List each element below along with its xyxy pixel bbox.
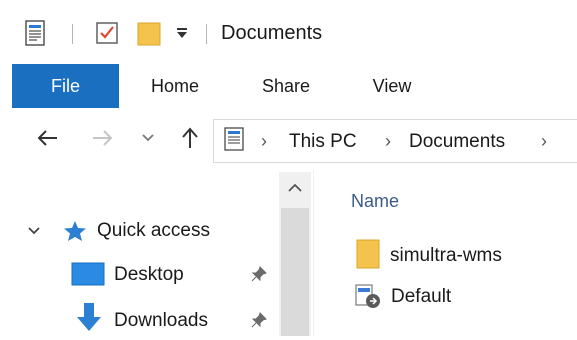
shortcut-icon bbox=[354, 283, 382, 309]
title-separator bbox=[72, 24, 73, 44]
undo-checkbox-icon[interactable] bbox=[92, 18, 122, 48]
breadcrumb-this-pc[interactable]: This PC bbox=[289, 131, 357, 153]
recent-locations-chevron-icon[interactable] bbox=[138, 122, 158, 154]
back-arrow-icon[interactable] bbox=[34, 122, 62, 154]
location-icon bbox=[223, 126, 247, 154]
new-folder-icon[interactable] bbox=[134, 18, 164, 48]
up-arrow-icon[interactable] bbox=[176, 122, 204, 154]
breadcrumb-separator-icon[interactable]: › bbox=[261, 131, 267, 152]
download-arrow-icon bbox=[74, 301, 104, 335]
forward-arrow-icon[interactable] bbox=[88, 122, 116, 154]
window-title: Documents bbox=[221, 22, 323, 44]
breadcrumb-separator-icon[interactable]: › bbox=[385, 131, 391, 152]
expand-chevron-icon[interactable] bbox=[26, 223, 42, 239]
customize-toolbar-icon[interactable] bbox=[172, 18, 192, 48]
pin-icon[interactable] bbox=[251, 266, 267, 282]
tab-view[interactable]: View bbox=[350, 64, 434, 108]
scroll-up-arrow-icon[interactable] bbox=[279, 176, 311, 200]
folder-icon bbox=[356, 239, 382, 269]
title-separator bbox=[206, 24, 207, 44]
star-icon bbox=[63, 220, 87, 242]
column-header-name[interactable]: Name bbox=[351, 191, 399, 212]
address-bar[interactable] bbox=[213, 119, 577, 163]
nav-item-desktop[interactable]: Desktop bbox=[114, 264, 184, 286]
properties-icon[interactable] bbox=[22, 18, 48, 48]
breadcrumb-documents[interactable]: Documents bbox=[409, 131, 505, 153]
tab-home[interactable]: Home bbox=[133, 64, 217, 108]
nav-scrollbar-thumb[interactable] bbox=[281, 208, 309, 336]
nav-item-quick-access[interactable]: Quick access bbox=[97, 220, 210, 242]
file-item-simultra-wms[interactable]: simultra-wms bbox=[390, 245, 502, 267]
pin-icon[interactable] bbox=[251, 312, 267, 328]
tab-file[interactable]: File bbox=[12, 64, 119, 108]
title-bar: Documents bbox=[0, 0, 577, 65]
ribbon-tabs: File Home Share View bbox=[0, 64, 577, 109]
breadcrumb-separator-icon[interactable]: › bbox=[541, 131, 547, 152]
file-item-default[interactable]: Default bbox=[391, 286, 451, 308]
desktop-folder-icon bbox=[71, 262, 105, 286]
tab-share[interactable]: Share bbox=[244, 64, 328, 108]
nav-item-downloads[interactable]: Downloads bbox=[114, 310, 208, 332]
